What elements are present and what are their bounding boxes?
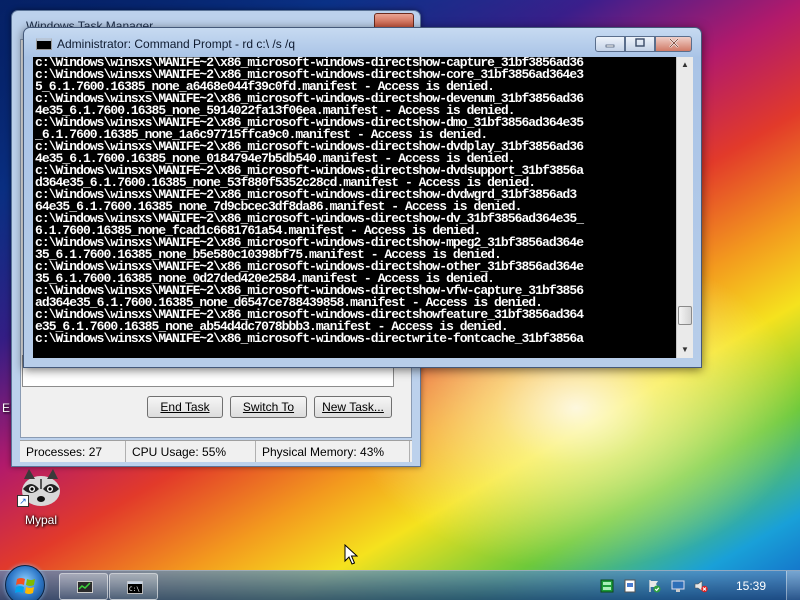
cmd-titlebar[interactable]: Administrator: Command Prompt - rd c:\ /… [24, 28, 701, 56]
switch-to-label: Switch To [242, 400, 295, 414]
cmd-app-icon [36, 38, 52, 50]
scroll-up-arrow-icon[interactable]: ▲ [677, 57, 693, 73]
minimize-button[interactable] [595, 36, 625, 52]
action-center-flag-icon[interactable] [647, 579, 661, 593]
taskbar-command-prompt-button[interactable]: C:\ [109, 573, 158, 600]
taskbar-task-manager-button[interactable] [59, 573, 108, 600]
close-button[interactable] [655, 36, 692, 52]
cmd-title: Administrator: Command Prompt - rd c:\ /… [57, 37, 296, 51]
console-scrollbar[interactable]: ▲ ▼ [676, 57, 693, 358]
command-prompt-window[interactable]: Administrator: Command Prompt - rd c:\ /… [23, 27, 702, 368]
end-task-label: End Task [160, 400, 210, 414]
scroll-thumb[interactable] [678, 306, 692, 325]
document-tray-icon[interactable] [623, 579, 637, 593]
switch-to-button[interactable]: Switch To [230, 396, 307, 418]
monitor-tray-icon[interactable] [600, 579, 614, 593]
maximize-button[interactable] [625, 36, 655, 52]
start-button[interactable] [5, 565, 45, 600]
windows-logo-icon [15, 578, 35, 594]
partial-icon-label: E [2, 401, 11, 415]
close-icon [668, 38, 679, 48]
console-output[interactable]: c:\Windows\winsxs\MANIFE~2\x86_microsoft… [33, 57, 676, 358]
status-physical-memory: Physical Memory: 43% [256, 441, 410, 462]
shortcut-arrow-icon: ↗ [17, 495, 29, 507]
volume-muted-tray-icon[interactable] [694, 579, 708, 593]
svg-text:C:\: C:\ [129, 586, 140, 593]
status-cpu-usage: CPU Usage: 55% [126, 441, 256, 462]
desktop-icon-label: Mypal [24, 513, 57, 527]
end-task-button[interactable]: End Task [147, 396, 223, 418]
scroll-down-arrow-icon[interactable]: ▼ [677, 342, 693, 358]
maximize-icon [635, 38, 645, 47]
taskbar-clock[interactable]: 15:39 [736, 579, 766, 593]
task-manager-icon [77, 581, 93, 593]
new-task-label: New Task... [322, 400, 384, 414]
new-task-button[interactable]: New Task... [314, 396, 392, 418]
status-processes: Processes: 27 [20, 441, 126, 462]
show-desktop-button[interactable] [786, 571, 800, 600]
mouse-cursor-icon [344, 544, 358, 565]
network-tray-icon[interactable] [671, 579, 685, 593]
desktop-icon-mypal[interactable]: ↗ Mypal [13, 463, 69, 531]
command-prompt-icon: C:\ [127, 581, 143, 594]
minimize-icon [605, 44, 615, 48]
taskbar: C:\ 15:39 [0, 565, 800, 600]
console-line: c:\Windows\winsxs\MANIFE~2\x86_microsoft… [35, 331, 584, 346]
task-manager-statusbar: Processes: 27 CPU Usage: 55% Physical Me… [20, 440, 412, 462]
